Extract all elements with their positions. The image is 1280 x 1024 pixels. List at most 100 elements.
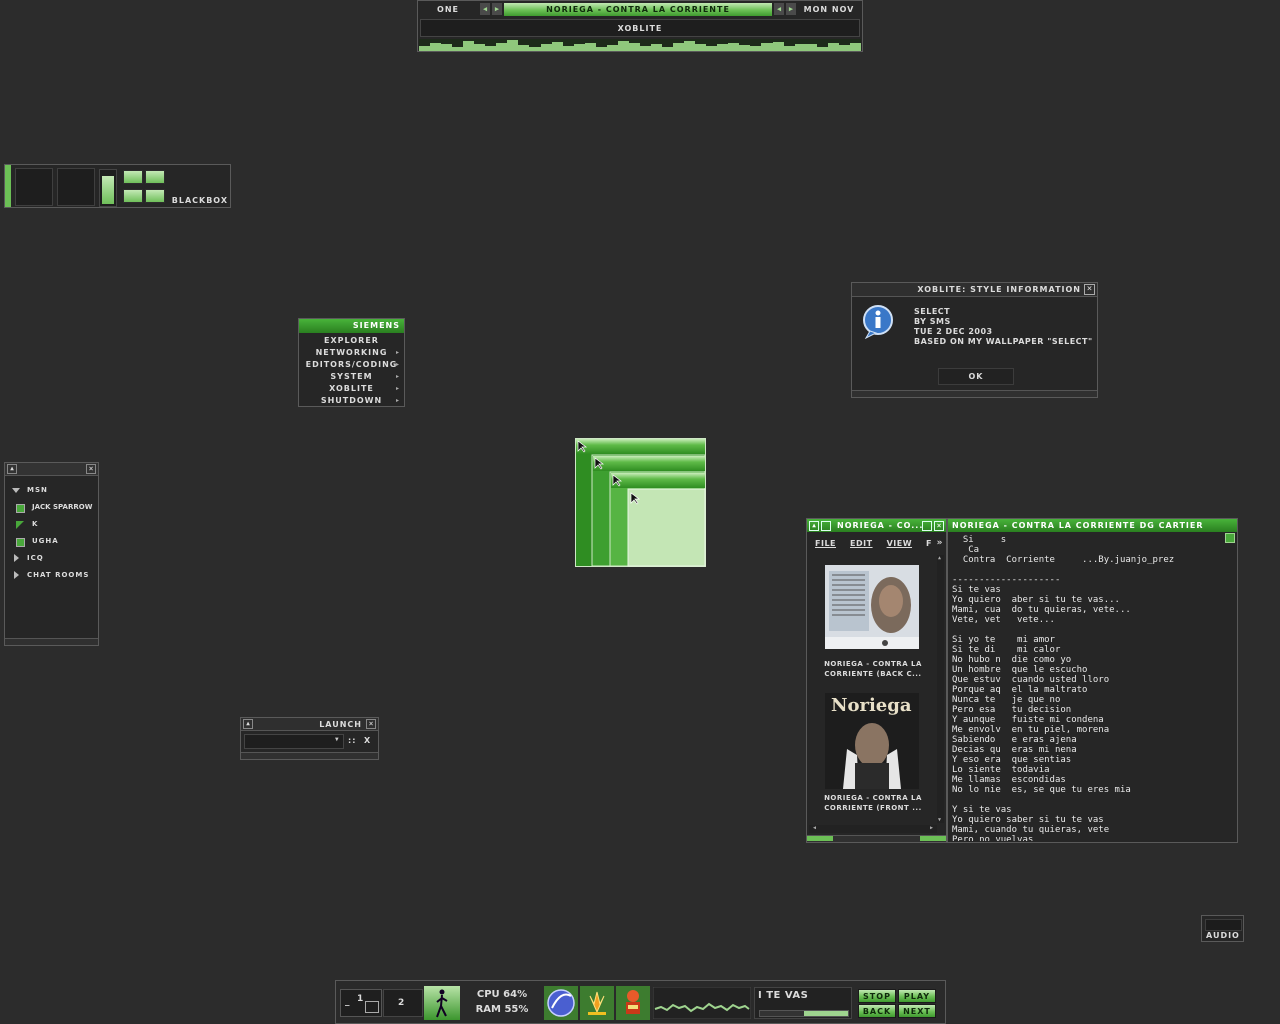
- dock-app-2[interactable]: [57, 168, 95, 206]
- next-button[interactable]: NEXT: [898, 1004, 936, 1018]
- lyrics-text[interactable]: Si s Ca Contra Corriente ...By.juanjo_pr…: [952, 535, 1232, 841]
- launch-grip[interactable]: ::: [348, 736, 356, 745]
- ok-button[interactable]: OK: [938, 368, 1014, 385]
- file-label[interactable]: NORIEGA - CONTRA LA CORRIENTE (BACK C...: [811, 659, 935, 679]
- group-msn[interactable]: msn: [5, 482, 98, 499]
- contact-jack-sparrow[interactable]: JACK SPARROW: [5, 499, 98, 516]
- menu-edit[interactable]: EDIT: [850, 539, 873, 548]
- equalizer-bar: [794, 44, 806, 51]
- close-icon[interactable]: ×: [934, 521, 944, 531]
- chevron-right-icon[interactable]: »: [937, 538, 943, 548]
- launch-input[interactable]: [244, 734, 344, 749]
- close-icon[interactable]: ×: [1084, 284, 1095, 295]
- workspace-label[interactable]: ONE: [418, 5, 478, 14]
- menu-item-system[interactable]: SYSTEM ▸: [299, 371, 404, 383]
- next-window-button[interactable]: ▶: [786, 3, 796, 15]
- workspace-2-button[interactable]: 2: [383, 989, 423, 1017]
- scroll-up-icon[interactable]: ▲: [938, 555, 941, 561]
- close-icon[interactable]: ×: [366, 719, 376, 729]
- equalizer-bar: [485, 45, 497, 51]
- group-label: CHAT ROOMS: [27, 571, 90, 579]
- vertical-scrollbar[interactable]: ▲ ▼: [937, 555, 944, 823]
- slit: BLACKBOX: [4, 164, 231, 208]
- equalizer-bar: [717, 43, 729, 51]
- seek-bar[interactable]: [759, 1010, 849, 1017]
- restore-icon[interactable]: [922, 521, 932, 531]
- equalizer-bar: [496, 42, 508, 51]
- scroll-left-icon[interactable]: ◀: [813, 825, 816, 831]
- menu-item-xoblite[interactable]: XOBLITE ▸: [299, 383, 404, 395]
- flower-app-icon[interactable]: [580, 986, 614, 1020]
- contact-k[interactable]: K: [5, 516, 98, 533]
- submenu-arrow-icon: ▸: [395, 361, 400, 368]
- front-cover-thumbnail[interactable]: Noriega: [825, 693, 919, 789]
- contact-ugha[interactable]: UGHA: [5, 533, 98, 550]
- scroll-thumb[interactable]: [1225, 533, 1235, 543]
- menu-item-label: EDITORS/CODING: [305, 360, 398, 369]
- menu-title: SIEMENS: [299, 319, 404, 333]
- file-label[interactable]: NORIEGA - CONTRA LA CORRIENTE (FRONT ...: [811, 793, 935, 813]
- maximize-icon[interactable]: [821, 521, 831, 531]
- pager-cell-4[interactable]: [145, 189, 165, 203]
- horizontal-scrollbar[interactable]: ◀ ▶: [809, 825, 937, 833]
- blackbox-label: BLACKBOX: [171, 196, 228, 205]
- scroll-right-icon[interactable]: ▶: [930, 825, 933, 831]
- equalizer-bar: [849, 43, 861, 51]
- dropdown-arrow-icon[interactable]: ▼: [335, 736, 339, 743]
- menu-item-explorer[interactable]: EXPLORER: [299, 335, 404, 347]
- back-button[interactable]: BACK: [858, 1004, 896, 1018]
- equalizer-bar: [584, 43, 596, 51]
- cpu-graph: [653, 987, 751, 1019]
- scroll-down-icon[interactable]: ▼: [938, 817, 941, 823]
- online-status-icon: [16, 504, 25, 513]
- slit-handle[interactable]: [5, 165, 11, 207]
- stop-button[interactable]: STOP: [858, 989, 896, 1003]
- status-grip-right[interactable]: [920, 836, 946, 841]
- play-button[interactable]: PLAY: [898, 989, 936, 1003]
- equalizer-bar: [551, 42, 563, 51]
- menu-more[interactable]: F: [926, 539, 932, 548]
- toolbar: ONE ◀ ▶ NORIEGA - CONTRA LA CORRIENTE ◀ …: [417, 0, 863, 52]
- equalizer-bar: [816, 47, 828, 51]
- next-workspace-button[interactable]: ▶: [492, 3, 502, 15]
- launch-statusbar: [241, 752, 378, 759]
- pager-cell-1[interactable]: [123, 170, 143, 184]
- group-chat-rooms[interactable]: CHAT ROOMS: [5, 567, 98, 584]
- minimize-icon[interactable]: ▲: [243, 719, 253, 729]
- pager-cell-2[interactable]: [145, 170, 165, 184]
- contact-label: JACK SPARROW: [32, 503, 93, 511]
- launch-clear-button[interactable]: X: [364, 736, 371, 745]
- group-icq[interactable]: ICQ: [5, 550, 98, 567]
- equalizer-bar: [772, 42, 784, 51]
- style-info-dialog: XOBLITE: STYLE INFORMATION × SELECT BY S…: [851, 282, 1098, 398]
- close-icon[interactable]: ×: [86, 464, 96, 474]
- running-man-icon[interactable]: [424, 986, 460, 1020]
- submenu-arrow-icon: ▸: [395, 397, 400, 404]
- workspace-1-button[interactable]: _ 1: [340, 989, 382, 1017]
- character-app-icon[interactable]: [616, 986, 650, 1020]
- menu-item-editors-coding[interactable]: EDITORS/CODING ▸: [299, 359, 404, 371]
- root-menu: SIEMENS EXPLORER NETWORKING ▸ EDITORS/COD…: [298, 318, 405, 407]
- menu-file[interactable]: FILE: [815, 539, 836, 548]
- status-grip-left[interactable]: [807, 836, 833, 841]
- pager-cell-3[interactable]: [123, 189, 143, 203]
- minimize-icon[interactable]: ▲: [7, 464, 17, 474]
- audio-widget[interactable]: AUDIO: [1201, 915, 1244, 942]
- minimize-icon[interactable]: ▲: [809, 521, 819, 531]
- file-list: NORIEGA - CONTRA LA CORRIENTE (BACK C...…: [809, 555, 937, 823]
- menu-item-networking[interactable]: NETWORKING ▸: [299, 347, 404, 359]
- browser-icon[interactable]: [544, 986, 578, 1020]
- ws-underscore: _: [345, 997, 351, 1007]
- equalizer-bar: [695, 44, 707, 51]
- msn-statusbar: [5, 638, 98, 645]
- equalizer-bar: [507, 40, 519, 51]
- menu-view[interactable]: VIEW: [887, 539, 912, 548]
- menu-item-shutdown[interactable]: SHUTDOWN ▸: [299, 395, 404, 407]
- prev-window-button[interactable]: ◀: [774, 3, 784, 15]
- equalizer-bar: [419, 46, 431, 51]
- dock-app-1[interactable]: [15, 168, 53, 206]
- back-cover-thumbnail[interactable]: [825, 565, 919, 649]
- window-label[interactable]: NORIEGA - CONTRA LA CORRIENTE: [504, 2, 772, 16]
- prev-workspace-button[interactable]: ◀: [480, 3, 490, 15]
- ram-usage: RAM 55%: [475, 1004, 529, 1015]
